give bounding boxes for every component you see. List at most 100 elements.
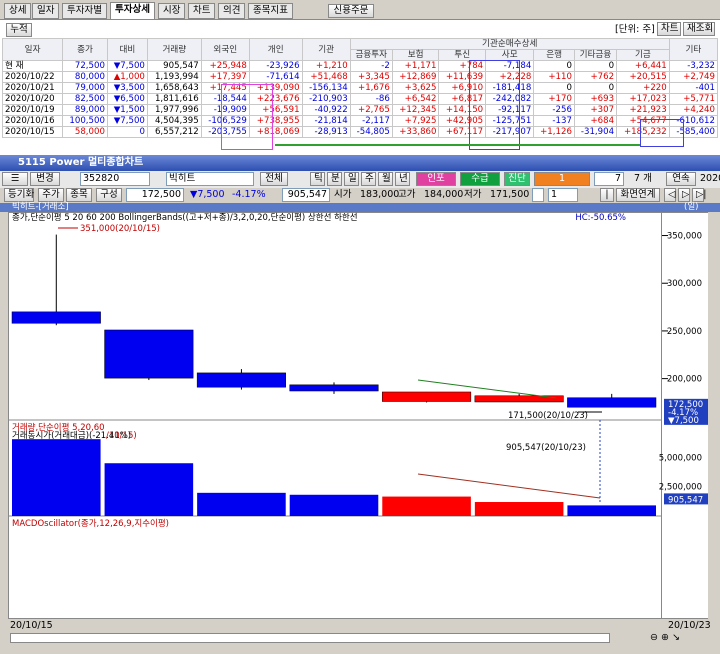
cell: 1,193,994 <box>146 71 202 83</box>
accumulate-button[interactable]: 누적 <box>6 23 32 37</box>
whole-button[interactable]: 전체 <box>260 172 288 186</box>
period-button-1[interactable]: 분 <box>327 172 342 186</box>
cell: -3,232 <box>668 60 719 72</box>
spin-input[interactable]: 1 <box>548 188 578 202</box>
chart-button[interactable]: 차트 <box>657 22 681 36</box>
end-icon[interactable]: ▷| <box>692 188 707 202</box>
col-header[interactable]: 보험 <box>391 49 440 61</box>
col-header[interactable]: 금융투자 <box>349 49 393 61</box>
end-date: 20/10/23 <box>668 620 711 631</box>
cell: 2020/10/22 <box>1 71 64 83</box>
macd-panel-title: MACDOscillator(종가,12,26,9,지수이평) <box>12 518 169 529</box>
table-row[interactable]: 2020/10/16 100,500 ▼7,500 4,504,395 -106,529… <box>1 115 719 127</box>
cell: 72,500 <box>62 60 108 72</box>
low-label: 171,500(20/10/23) <box>508 411 588 421</box>
zoom-controls[interactable]: ⊖ ⊕ ↘ <box>650 632 680 644</box>
date-input[interactable]: 7 <box>594 172 624 186</box>
period-button-2[interactable]: 일 <box>344 172 359 186</box>
change-button[interactable]: 변경 <box>30 172 60 186</box>
cell: -71,614 <box>248 71 303 83</box>
candle-body <box>382 391 472 402</box>
period-button-4[interactable]: 월 <box>378 172 393 186</box>
stock-button[interactable]: 종목 <box>66 188 92 202</box>
code-input[interactable]: 352820 <box>80 172 150 186</box>
col-header[interactable]: 사모 <box>485 49 535 61</box>
candle-body <box>474 395 564 403</box>
cell: +1,210 <box>301 60 351 72</box>
period-button-0[interactable]: 틱 <box>310 172 325 186</box>
high-value: 184,000 <box>424 189 464 200</box>
next-icon[interactable]: ▷ <box>678 188 690 202</box>
cell: 2020/10/20 <box>1 93 64 105</box>
prev-icon[interactable]: ◁ <box>664 188 676 202</box>
number-button[interactable]: 1 <box>534 172 590 186</box>
col-header[interactable]: 기타 <box>668 38 719 61</box>
volume-bar <box>474 502 564 516</box>
col-header[interactable]: 투신 <box>438 49 487 61</box>
period-button-3[interactable]: 주 <box>361 172 376 186</box>
toggle-button[interactable]: | <box>600 188 614 202</box>
cell: +2,749 <box>668 71 719 83</box>
table-row[interactable]: 2020/10/22 80,000 ▲1,000 1,193,994 +17,397 -7… <box>1 71 719 83</box>
cell: -54,805 <box>349 126 393 138</box>
chart-header: 빅히트-[거래소] <box>12 202 69 212</box>
tab-0[interactable]: 상세 <box>4 3 32 19</box>
lookup-button[interactable]: 재조회 <box>683 22 715 36</box>
col-header[interactable]: 일자 <box>1 38 64 61</box>
stock-name-input[interactable]: 빅히트 <box>166 172 254 186</box>
price-tick: 250,000 <box>667 327 702 337</box>
col-header[interactable]: 외국인 <box>200 38 250 61</box>
col-header[interactable]: 은행 <box>533 49 575 61</box>
col-header[interactable]: 기타금융 <box>573 49 618 61</box>
period-button-5[interactable]: 년 <box>395 172 410 186</box>
col-header[interactable]: 기금 <box>616 49 670 61</box>
compose-button[interactable]: 구성 <box>96 188 122 202</box>
price-button[interactable]: 주가 <box>38 188 64 202</box>
cell: -23,926 <box>248 60 303 72</box>
table-row[interactable]: 2020/10/21 79,000 ▼3,500 1,658,643 +17,445 +1… <box>1 82 719 94</box>
volume-field: 905,547 <box>282 188 330 202</box>
volume-bar <box>567 505 656 516</box>
volume-last-label: 905,547(20/10/23) <box>506 443 586 453</box>
checkbox[interactable] <box>532 188 544 202</box>
cell: +33,860 <box>391 126 440 138</box>
investor-table: 일자 종가 대비 거래량 외국인 개인 기관 기관순매수상세 기타 금융투자 보험 투신 사모 은행 기타금… <box>1 38 719 138</box>
year-label: 2020 <box>700 173 720 184</box>
chart-svg[interactable]: 350,000 300,000 250,000 200,000 종가,단순이평 5 20… <box>8 212 708 619</box>
cell: -86 <box>349 93 393 105</box>
register-button[interactable]: 등기화 <box>4 188 34 202</box>
cell: +17,023 <box>616 93 670 105</box>
table-row[interactable]: 현 재 72,500 ▼7,500 905,547 +25,948 -23,926 +1,2… <box>1 60 719 72</box>
volume-bar <box>289 494 379 516</box>
cell: 80,000 <box>62 71 108 83</box>
tab-1[interactable]: 일자 <box>32 3 60 19</box>
continuous-button[interactable]: 연속 <box>666 172 696 186</box>
table-row[interactable]: 2020/10/20 82,500 ▼6,500 1,811,616 -18,544 +2… <box>1 93 719 105</box>
col-header[interactable]: 대비 <box>106 38 148 61</box>
diagnosis-button[interactable]: 진단 <box>504 172 530 186</box>
tab-4[interactable]: 시장 <box>158 3 186 19</box>
cell: 905,547 <box>146 60 202 72</box>
info-button[interactable]: 인포 <box>416 172 456 186</box>
tab-7[interactable]: 종목지표 <box>248 3 293 19</box>
tab-3[interactable]: 투자상세 <box>110 2 155 20</box>
col-header[interactable]: 거래량 <box>146 38 202 61</box>
tab-6[interactable]: 의견 <box>218 3 246 19</box>
col-header[interactable]: 개인 <box>248 38 303 61</box>
scrollbar[interactable] <box>10 633 610 643</box>
col-header[interactable]: 기관 <box>301 38 351 61</box>
table-row[interactable]: 2020/10/15 58,000 0 6,557,212 -203,755 +818,0… <box>1 126 719 138</box>
cell: 6,557,212 <box>146 126 202 138</box>
tab-5[interactable]: 차트 <box>188 3 216 19</box>
period-label: (일) <box>684 202 699 212</box>
col-header[interactable]: 종가 <box>62 38 108 61</box>
tab-2[interactable]: 투자자별 <box>62 3 107 19</box>
cell: -2 <box>349 60 393 72</box>
screen-link-button[interactable]: 화면연계 <box>616 188 660 202</box>
table-row[interactable]: 2020/10/19 89,000 ▼1,500 1,977,996 -19,909 +5… <box>1 104 719 116</box>
supply-button[interactable]: 수급 <box>460 172 500 186</box>
credit-order-button[interactable]: 신용주문 <box>328 4 374 18</box>
cell: 2020/10/21 <box>1 82 64 94</box>
menu-button[interactable]: ☰ <box>2 172 28 186</box>
cell: +1,126 <box>533 126 575 138</box>
